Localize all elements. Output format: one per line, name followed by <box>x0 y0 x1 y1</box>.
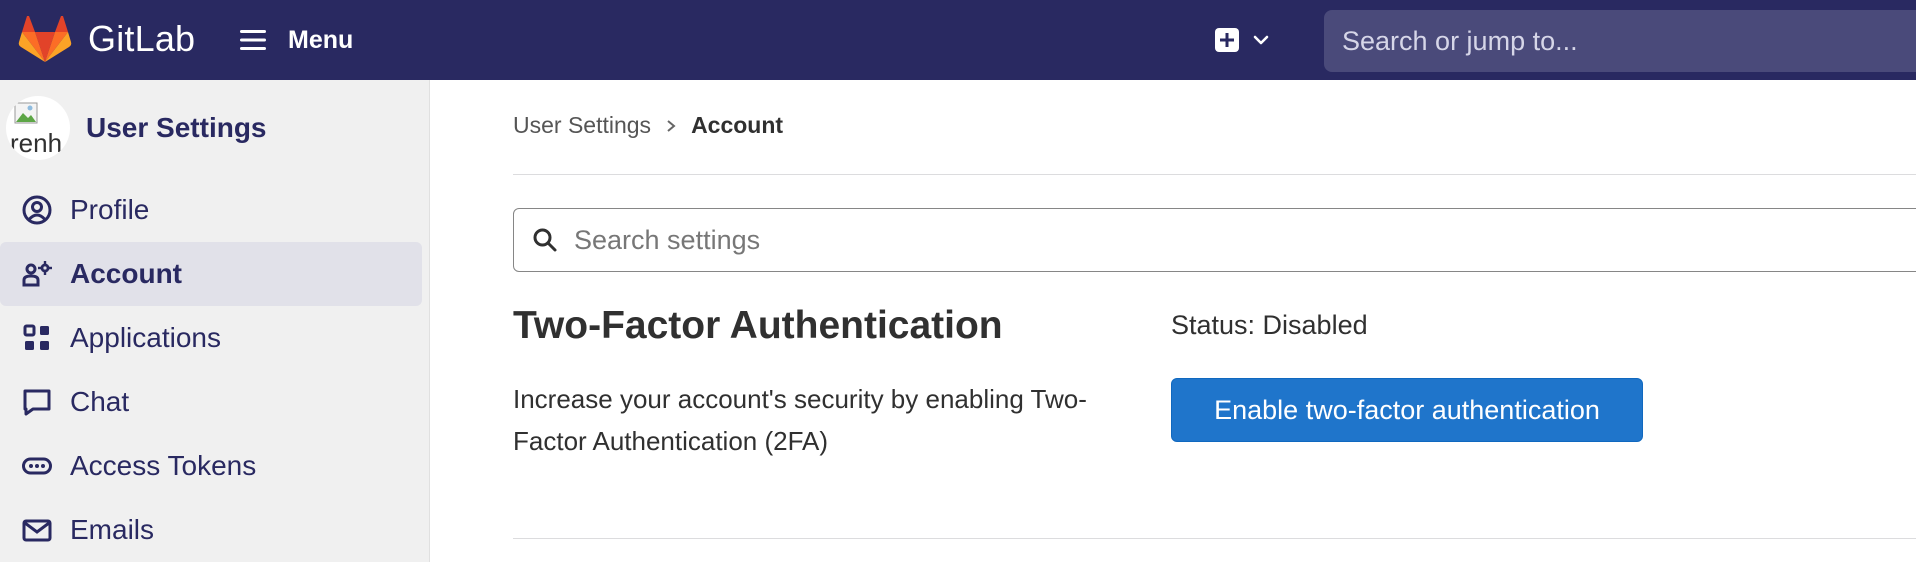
search-settings-input[interactable] <box>574 224 1774 256</box>
search-icon <box>533 228 557 252</box>
plus-square-icon <box>1215 28 1239 52</box>
breadcrumb: User Settings Account <box>513 112 783 139</box>
avatar[interactable]: renh <box>6 96 70 160</box>
global-search-placeholder: Search or jump to... <box>1342 25 1578 56</box>
broken-image-icon <box>14 102 38 124</box>
global-search-input[interactable]: Search or jump to... <box>1324 10 1916 72</box>
sidebar-item-label: Emails <box>70 514 155 545</box>
new-item-dropdown[interactable] <box>1214 22 1286 58</box>
sidebar-item-label: Access Tokens <box>70 450 257 481</box>
sidebar-context-header[interactable]: renh User Settings <box>6 96 267 160</box>
sidebar-item-emails[interactable]: Emails <box>0 498 422 562</box>
sidebar-item-label: Account <box>70 258 182 289</box>
avatar-alt-text: renh <box>10 128 63 158</box>
menu-button[interactable]: Menu <box>238 20 353 60</box>
menu-label: Menu <box>288 25 354 54</box>
divider <box>513 174 1916 175</box>
applications-icon <box>20 321 54 355</box>
token-icon <box>20 449 54 483</box>
mail-icon <box>20 513 54 547</box>
two-factor-status: Status: Disabled <box>1171 310 1368 340</box>
sidebar: renh User Settings Profile Account Appli… <box>0 80 430 562</box>
account-settings-icon <box>20 257 54 291</box>
enable-2fa-button[interactable]: Enable two-factor authentication <box>1171 378 1643 442</box>
user-circle-icon <box>20 193 54 227</box>
comment-icon <box>20 385 54 419</box>
sidebar-context-title: User Settings <box>86 112 267 143</box>
sidebar-item-applications[interactable]: Applications <box>0 306 422 370</box>
sidebar-item-label: Profile <box>70 194 150 225</box>
breadcrumb-user-settings[interactable]: User Settings <box>513 112 651 139</box>
two-factor-title: Two-Factor Authentication <box>513 304 1003 347</box>
sidebar-item-chat[interactable]: Chat <box>0 370 422 434</box>
sidebar-item-label: Chat <box>70 386 130 417</box>
hamburger-icon <box>240 30 266 50</box>
chevron-right-icon <box>667 119 676 132</box>
sidebar-item-access-tokens[interactable]: Access Tokens <box>0 434 422 498</box>
sidebar-item-account[interactable]: Account <box>0 242 422 306</box>
chevron-down-icon <box>1253 35 1269 45</box>
brand-name[interactable]: GitLab <box>88 18 195 60</box>
two-factor-description: Increase your account's security by enab… <box>513 384 1087 456</box>
gitlab-logo-icon[interactable] <box>18 16 72 64</box>
search-settings-box[interactable] <box>513 208 1916 272</box>
sidebar-item-label: Applications <box>70 322 221 353</box>
top-navbar: GitLab Menu Search or jump to... <box>0 0 1916 80</box>
sidebar-item-profile[interactable]: Profile <box>0 178 422 242</box>
breadcrumb-current[interactable]: Account <box>691 112 783 139</box>
divider <box>513 538 1916 539</box>
